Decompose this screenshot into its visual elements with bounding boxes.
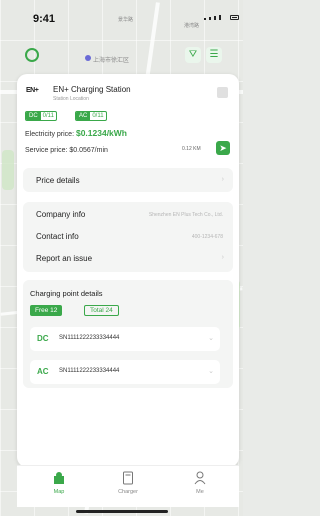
brand-logo: EN+ [26, 87, 39, 94]
user-icon [194, 471, 206, 485]
price-details-row[interactable]: Price details › [23, 168, 233, 192]
report-issue-label[interactable]: Report an issue [36, 254, 92, 263]
signal-icon [204, 15, 221, 20]
station-location: Station Location [53, 96, 89, 102]
charging-point-title: Charging point details [30, 289, 103, 298]
status-time: 9:41 [33, 13, 56, 25]
station-name: EN+ Charging Station [53, 85, 131, 94]
chevron-right-icon: › [221, 176, 224, 183]
electricity-price: Electricity price: $0.1234/kWh [25, 128, 127, 138]
chevron-right-icon: › [221, 254, 224, 261]
locate-me-button[interactable] [25, 48, 39, 62]
favorite-icon[interactable] [217, 87, 228, 98]
connector-row[interactable]: DC SN1111222233334444 ⌄ [30, 327, 220, 351]
chevron-down-icon: ⌄ [208, 335, 214, 342]
map-road-label: 景华路 [118, 17, 134, 23]
company-info-label: Company info [36, 210, 86, 219]
free-filter-tab[interactable]: Free 12 [30, 305, 63, 316]
total-filter-tab[interactable]: Total 24 [84, 305, 119, 316]
chevron-down-icon: ⌄ [208, 368, 214, 375]
home-indicator [76, 510, 168, 513]
distance-label: 0.12 KM [182, 146, 201, 152]
location-pin-icon [85, 55, 91, 61]
tab-map[interactable]: Map [39, 471, 79, 495]
filter-icon[interactable]: ⛛ [185, 47, 201, 63]
charger-icon [123, 471, 133, 485]
ac-availability-badge: AC 0/11 [75, 111, 107, 121]
contact-info-value[interactable]: 400-1234-678 [192, 234, 223, 240]
service-price: Service price: $0.0567/min [25, 147, 108, 154]
status-bar: 9:41 景华路 港湾路 [0, 0, 243, 30]
dc-availability-badge: DC 0/11 [25, 111, 57, 121]
map-road-label: 港湾路 [184, 23, 200, 29]
station-detail-sheet: EN+ EN+ Charging Station Station Locatio… [17, 74, 239, 467]
city-label: 上海市徐汇区 [93, 58, 130, 64]
battery-icon [230, 15, 239, 20]
map-pin-icon [54, 472, 64, 484]
tab-me[interactable]: Me [180, 471, 220, 495]
connector-row[interactable]: AC SN1111222233334444 ⌄ [30, 360, 220, 384]
bottom-tab-bar: Map Charger Me [17, 465, 239, 507]
contact-info-label[interactable]: Contact info [36, 232, 79, 241]
navigate-button[interactable]: ➤ [216, 141, 230, 155]
tab-charger[interactable]: Charger [108, 471, 148, 495]
company-info-value: Shenzhen EN Plus Tech Co., Ltd. [148, 212, 223, 218]
list-view-icon[interactable]: ☰ [206, 47, 222, 63]
info-card: Company info Shenzhen EN Plus Tech Co., … [23, 202, 233, 272]
price-details-label: Price details [36, 176, 80, 185]
